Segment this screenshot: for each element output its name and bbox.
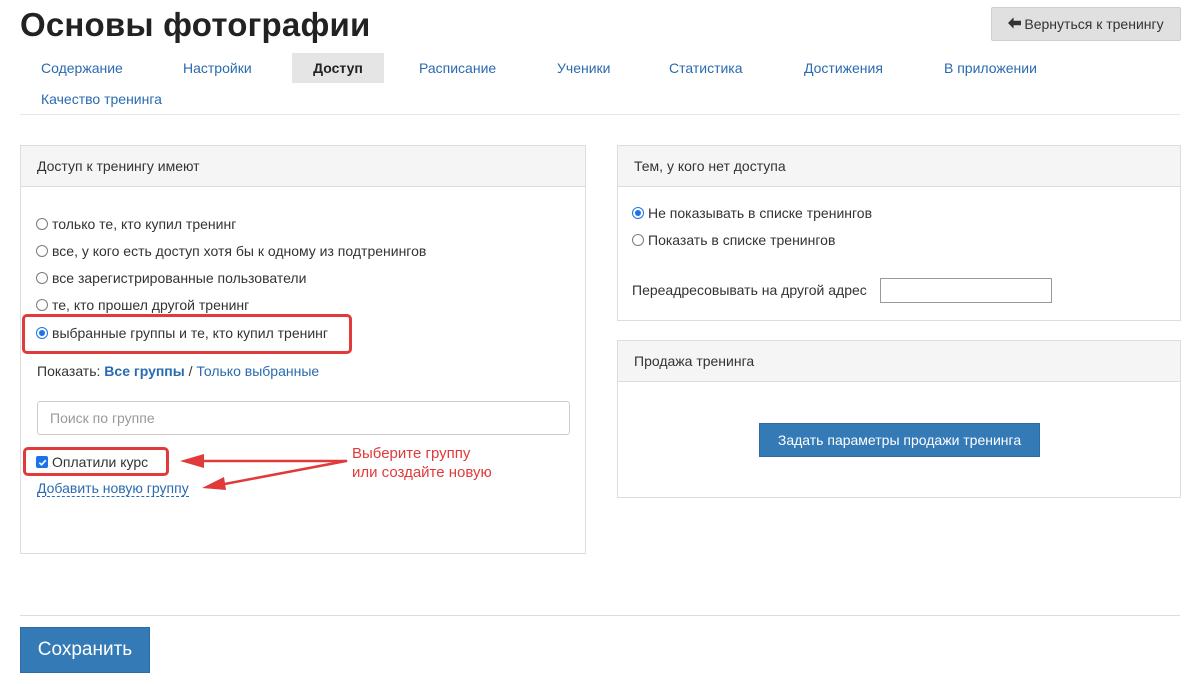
tab-students[interactable]: Ученики: [557, 53, 610, 83]
footer-divider: [20, 615, 1180, 616]
add-new-group-link[interactable]: Добавить новую группу: [37, 480, 189, 497]
no-access-panel-title: Тем, у кого нет доступа: [618, 146, 1180, 187]
add-group-link-wrap: Добавить новую группу: [37, 480, 189, 497]
checkbox-checked-icon[interactable]: [36, 456, 48, 468]
access-option-registered[interactable]: все зарегистрированные пользователи: [36, 270, 306, 286]
access-option-label: только те, кто купил тренинг: [52, 216, 237, 232]
page-title: Основы фотографии: [20, 6, 371, 43]
access-option-label: выбранные группы и те, кто купил тренинг: [52, 325, 329, 341]
annotation-arrows: [180, 454, 348, 490]
radio-icon[interactable]: [36, 245, 48, 257]
no-access-option-hide[interactable]: Не показывать в списке тренингов: [632, 205, 872, 221]
access-panel-title: Доступ к тренингу имеют: [21, 146, 585, 187]
group-filter-prefix: Показать:: [37, 363, 101, 379]
sale-settings-button[interactable]: Задать параметры продажи тренинга: [759, 423, 1040, 457]
access-option-subtrainings[interactable]: все, у кого есть доступ хотя бы к одному…: [36, 243, 426, 259]
arrow-to-add-link-line: [212, 459, 348, 488]
save-button[interactable]: Сохранить: [20, 627, 150, 673]
radio-icon[interactable]: [632, 234, 644, 246]
no-access-option-label: Показать в списке тренингов: [648, 232, 836, 248]
tab-training-quality[interactable]: Качество тренинга: [41, 84, 162, 114]
sale-panel: Продажа тренинга: [617, 340, 1181, 498]
access-option-purchased[interactable]: только те, кто купил тренинг: [36, 216, 236, 232]
tabs-divider: [20, 114, 1180, 115]
redirect-label: Переадресовывать на другой адрес: [632, 282, 867, 298]
no-access-option-show[interactable]: Показать в списке тренингов: [632, 232, 835, 248]
filter-selected-only-link[interactable]: Только выбранные: [196, 363, 319, 379]
back-to-training-button[interactable]: Вернуться к тренингу: [991, 7, 1181, 41]
radio-icon[interactable]: [36, 272, 48, 284]
group-search-input[interactable]: [37, 401, 570, 435]
tab-access[interactable]: Доступ: [292, 53, 384, 83]
radio-selected-icon[interactable]: [36, 327, 48, 339]
arrow-left-icon: [1008, 16, 1022, 32]
access-option-label: все зарегистрированные пользователи: [52, 270, 307, 286]
sale-panel-title: Продажа тренинга: [618, 341, 1180, 382]
annotation-line-1: Выберите группу: [352, 445, 471, 462]
filter-all-groups-link[interactable]: Все группы: [104, 363, 184, 379]
group-label: Оплатили курс: [52, 454, 149, 470]
group-checkbox-paid-course[interactable]: Оплатили курс: [36, 454, 148, 470]
access-option-label: все, у кого есть доступ хотя бы к одному…: [52, 243, 427, 259]
radio-selected-icon[interactable]: [632, 207, 644, 219]
radio-icon[interactable]: [36, 299, 48, 311]
access-option-selected-groups[interactable]: выбранные группы и те, кто купил тренинг: [36, 325, 328, 341]
annotation-line-2: или создайте новую: [352, 464, 492, 481]
filter-separator: /: [188, 363, 193, 379]
access-option-other-training[interactable]: те, кто прошел другой тренинг: [36, 297, 249, 313]
group-filter: Показать: Все группы / Только выбранные: [37, 363, 319, 379]
back-button-label: Вернуться к тренингу: [1024, 16, 1164, 32]
tab-achievements[interactable]: Достижения: [804, 53, 883, 83]
annotation-text: Выберите группу или создайте новую: [352, 444, 492, 482]
tab-statistics[interactable]: Статистика: [669, 53, 743, 83]
tab-content[interactable]: Содержание: [41, 53, 123, 83]
no-access-option-label: Не показывать в списке тренингов: [648, 205, 873, 221]
arrow-head-group: [180, 454, 204, 468]
redirect-url-input[interactable]: [880, 278, 1052, 303]
arrow-head-add-link: [202, 477, 226, 490]
radio-icon[interactable]: [36, 218, 48, 230]
tab-in-app[interactable]: В приложении: [944, 53, 1037, 83]
tab-schedule[interactable]: Расписание: [419, 53, 496, 83]
tab-settings[interactable]: Настройки: [183, 53, 252, 83]
access-option-label: те, кто прошел другой тренинг: [52, 297, 250, 313]
